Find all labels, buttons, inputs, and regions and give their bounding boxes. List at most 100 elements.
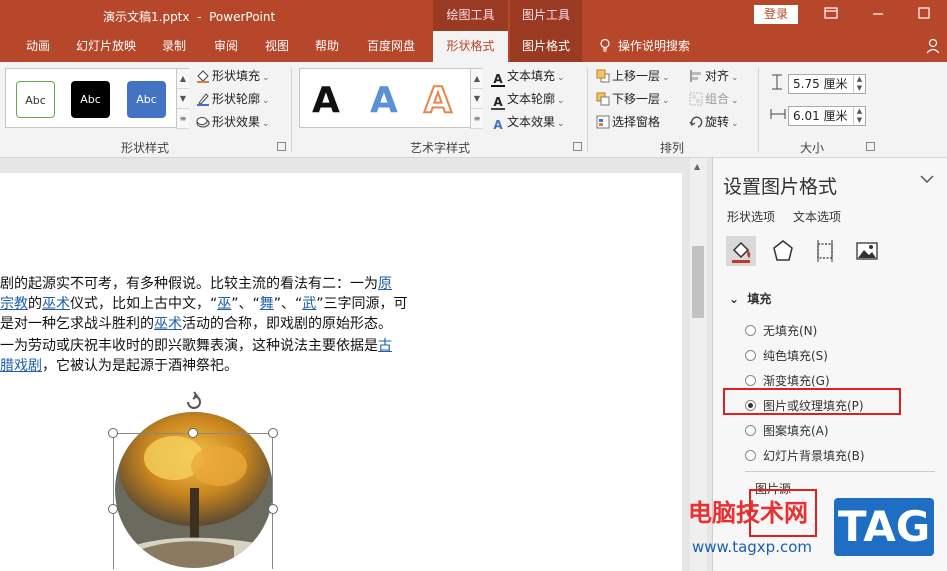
rotate-handle-icon[interactable] (183, 391, 205, 413)
group-separator (291, 68, 292, 152)
text-outline-button[interactable]: A 文本轮廓 ⌄ (491, 90, 565, 110)
tab-help[interactable]: 帮助 (307, 31, 347, 62)
selection-pane-icon (596, 115, 610, 129)
resize-handle-top[interactable] (188, 428, 198, 438)
text-fill-button[interactable]: A 文本填充 ⌄ (491, 67, 565, 87)
scrollbar-thumb[interactable] (692, 246, 704, 318)
pen-icon (197, 93, 209, 106)
tab-picture-format[interactable]: 图片格式 (510, 31, 582, 62)
pane-separator (745, 471, 935, 472)
wordart-style-gallery[interactable]: A A A ▲ ▼ ≡ (299, 68, 483, 129)
arrange-group-label: 排列 (659, 141, 684, 155)
fill-section-header[interactable]: ⌄ 填充 (729, 290, 771, 307)
radio-solid-fill[interactable]: 纯色填充(S) (745, 347, 828, 365)
shape-style-gallery-scroll[interactable]: ▲ ▼ ≡ (176, 69, 189, 129)
rotate-button[interactable]: 旋转 ⌄ (689, 113, 739, 131)
watermark-url: www.tagxp.com (692, 538, 812, 556)
resize-handle-top-right[interactable] (268, 428, 278, 438)
shape-style-blue[interactable]: Abc (127, 81, 166, 118)
chevron-down-icon[interactable] (919, 172, 935, 186)
tab-baidu-netdisk[interactable]: 百度网盘 (358, 31, 424, 62)
bring-forward-button[interactable]: 上移一层 ⌄ (596, 67, 670, 85)
tab-shape-options[interactable]: 形状选项 (727, 208, 775, 225)
highlight-box-picture-fill (723, 388, 901, 415)
fill-line-icon[interactable] (726, 236, 756, 266)
text-line-2[interactable]: 宗教的巫术仪式，比如上古中文，“巫”、“舞”、“武”三字同源，可 (0, 294, 408, 314)
rotate-icon (689, 116, 703, 128)
text-line-5[interactable]: 腊戏剧，它被认为是起源于酒神祭祀。 (0, 356, 238, 376)
minimize-icon[interactable] (870, 5, 886, 21)
tab-view[interactable]: 视图 (257, 31, 297, 62)
user-icon[interactable] (925, 38, 941, 54)
wordart-style-black[interactable]: A (312, 79, 340, 123)
group-button[interactable]: 组合 ⌄ (689, 90, 739, 108)
gallery-more-icon[interactable]: ≡ (471, 109, 483, 129)
doc-title: 演示文稿1.pptx (103, 10, 190, 24)
tell-me-label: 操作说明搜索 (618, 39, 691, 53)
resize-handle-right[interactable] (268, 504, 278, 514)
align-button[interactable]: 对齐 ⌄ (689, 67, 739, 85)
shape-style-gallery[interactable]: Abc Abc Abc ▲ ▼ ≡ (5, 68, 189, 129)
text-outline-icon: A (491, 96, 505, 110)
tab-slideshow[interactable]: 幻灯片放映 (68, 31, 144, 62)
send-backward-icon (596, 92, 610, 106)
watermark-site-name: 电脑技术网 (688, 499, 808, 527)
shape-outline-button[interactable]: 形状轮廓 ⌄ (196, 90, 270, 108)
shape-width-icon (770, 109, 786, 119)
text-effects-button[interactable]: A 文本效果 ⌄ (491, 113, 564, 132)
picture-icon[interactable] (852, 236, 882, 266)
height-spinner[interactable]: ▲ ▼ (853, 75, 865, 93)
text-line-4[interactable]: 一为劳动或庆祝丰收时的即兴歌舞表演，这种说法主要依据是古 (0, 336, 392, 356)
tab-animation[interactable]: 动画 (18, 31, 58, 62)
lightbulb-icon (600, 38, 610, 52)
width-spinner[interactable]: ▲ ▼ (853, 107, 865, 125)
shape-width-input[interactable]: 6.01 厘米 ▲ ▼ (788, 106, 866, 126)
paint-bucket-icon (197, 70, 209, 83)
radio-no-fill[interactable]: 无填充(N) (745, 322, 817, 340)
scroll-down-icon[interactable]: ▼ (177, 89, 189, 109)
ribbon-display-icon[interactable] (823, 5, 839, 21)
wordart-style-blue[interactable]: A (370, 79, 398, 123)
slide-canvas[interactable]: 剧的起源实不可考，有多种假说。比较主流的看法有二：一为原 宗教的巫术仪式，比如上… (0, 173, 682, 571)
selection-pane-button[interactable]: 选择窗格 (596, 113, 660, 131)
scroll-up-icon[interactable]: ▲ (694, 162, 700, 171)
text-line-1[interactable]: 剧的起源实不可考，有多种假说。比较主流的看法有二：一为原 (0, 274, 392, 294)
radio-slide-background-fill[interactable]: 幻灯片背景填充(B) (745, 447, 865, 465)
login-button[interactable]: 登录 (754, 5, 798, 24)
context-picture-tools: 图片工具 (510, 0, 582, 31)
tab-shape-format[interactable]: 形状格式 (433, 31, 508, 62)
wordart-launcher-icon[interactable] (573, 142, 582, 151)
watermark-tag-logo: TAG (834, 498, 934, 556)
wordart-gallery-scroll[interactable]: ▲ ▼ ≡ (470, 69, 483, 129)
tell-me-search[interactable]: 操作说明搜索 (598, 31, 690, 62)
shape-height-input[interactable]: 5.75 厘米 ▲ ▼ (788, 74, 866, 94)
tab-review[interactable]: 审阅 (206, 31, 246, 62)
size-properties-icon[interactable] (810, 236, 840, 266)
wordart-style-orange-outline[interactable]: A (423, 79, 453, 123)
title-bar: 演示文稿1.pptx - PowerPoint 绘图工具 图片工具 登录 (0, 0, 947, 31)
shape-fill-button[interactable]: 形状填充 ⌄ (196, 67, 270, 85)
ribbon-tab-bar: 动画 幻灯片放映 录制 审阅 视图 帮助 百度网盘 形状格式 图片格式 操作说明… (0, 31, 947, 62)
tab-text-options[interactable]: 文本选项 (793, 208, 841, 225)
scroll-up-icon[interactable]: ▲ (177, 69, 189, 89)
shape-styles-launcher-icon[interactable] (277, 142, 286, 151)
radio-pattern-fill[interactable]: 图案填充(A) (745, 422, 829, 440)
size-launcher-icon[interactable] (866, 142, 875, 151)
tab-record[interactable]: 录制 (154, 31, 194, 62)
scroll-up-icon[interactable]: ▲ (471, 69, 483, 89)
send-backward-button[interactable]: 下移一层 ⌄ (596, 90, 670, 108)
shape-style-outline-green[interactable]: Abc (16, 81, 55, 118)
resize-handle-top-left[interactable] (108, 428, 118, 438)
gallery-more-icon[interactable]: ≡ (177, 109, 189, 129)
title-separator: - (197, 10, 202, 24)
resize-handle-left[interactable] (108, 504, 118, 514)
effects-icon[interactable] (768, 236, 798, 266)
shape-style-black[interactable]: Abc (71, 81, 110, 118)
text-line-3[interactable]: 是对一种乞求战斗胜利的巫术活动的合称，即戏剧的原始形态。 (0, 314, 392, 334)
text-effects-icon: A (493, 118, 503, 132)
shape-effects-button[interactable]: 形状效果 ⌄ (196, 113, 270, 131)
scroll-down-icon[interactable]: ▼ (471, 89, 483, 109)
app-name: PowerPoint (209, 10, 276, 24)
ribbon: Abc Abc Abc ▲ ▼ ≡ 形状填充 ⌄ 形状轮廓 ⌄ 形状效果 ⌄ 形状样式… (0, 62, 947, 158)
maximize-icon[interactable] (916, 5, 932, 21)
